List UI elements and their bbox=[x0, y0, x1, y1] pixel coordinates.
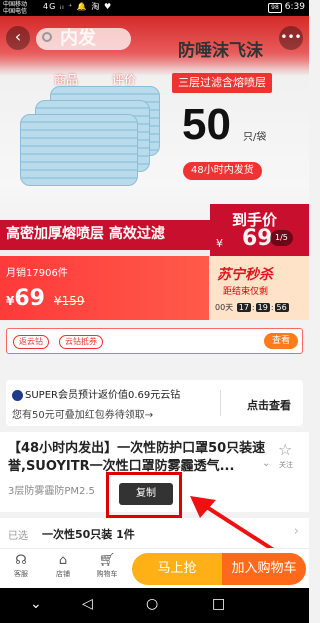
selected-label: 已选 bbox=[8, 531, 28, 542]
flash-sale-subtitle: 距结束仅剩 bbox=[223, 287, 269, 297]
flash-sale-title: 苏宁秒杀 bbox=[217, 267, 273, 283]
service-button[interactable]: ☊ 客服 bbox=[6, 553, 36, 579]
star-icon[interactable]: ☆ bbox=[278, 440, 292, 459]
red-packet-line[interactable]: 您有50元可叠加红包券待领取→ bbox=[12, 406, 153, 421]
shop-label: 店铺 bbox=[56, 570, 70, 578]
carrier-info: 中国移动 中国电信 bbox=[3, 1, 27, 15]
headset-icon: ☊ bbox=[15, 553, 27, 568]
carrier-1: 中国移动 bbox=[3, 1, 28, 8]
click-to-view-link[interactable]: 点击查看 bbox=[247, 397, 291, 413]
view-coupons-button[interactable]: 查看 bbox=[264, 333, 298, 349]
selected-value: 一次性50只装 1件 bbox=[42, 528, 135, 541]
super-member-text: SUPER会员预计返价值0.69元云钻 bbox=[25, 390, 181, 401]
copy-menu-item[interactable]: 复制 bbox=[119, 483, 173, 505]
coupon-row[interactable]: 返云钻 云钻抵券 查看 bbox=[6, 328, 303, 354]
super-member-line1: SUPER会员预计返价值0.69元云钻 bbox=[12, 386, 180, 401]
back-button[interactable]: ‹ bbox=[6, 26, 30, 50]
product-title[interactable]: 【48小时内发出】一次性防护口罩50只装速誉,SUOYITR一次性口罩防雾霾透气… bbox=[8, 440, 268, 476]
cart-button[interactable]: 🛒︎ 购物车 bbox=[92, 553, 122, 579]
add-to-cart-button[interactable]: 加入购物车 bbox=[222, 553, 306, 585]
status-right: 98 6:39 bbox=[268, 3, 305, 13]
filter-layer-badge: 三层过滤含熔喷层 bbox=[172, 73, 272, 93]
shipping-pill: 48小时内发货 bbox=[183, 162, 262, 180]
shop-button[interactable]: ⌂ 店铺 bbox=[48, 553, 78, 579]
countdown-days: 00天 bbox=[215, 303, 234, 312]
system-nav-bar: ⌄ ◁ ○ □ bbox=[0, 588, 309, 623]
pack-count: 50 bbox=[182, 100, 231, 149]
more-button[interactable]: ••• bbox=[279, 26, 303, 50]
battery-icon: 98 bbox=[268, 3, 282, 13]
search-bar[interactable] bbox=[36, 28, 131, 50]
countdown-minutes: 19 bbox=[255, 303, 270, 312]
final-price-currency: ¥ bbox=[216, 237, 223, 250]
back-arrow-icon: ‹ bbox=[14, 27, 22, 46]
chevron-down-icon[interactable]: ⌄ bbox=[262, 458, 270, 469]
follow-label[interactable]: 关注 bbox=[279, 460, 293, 470]
bottom-action-bar: ☊ 客服 ⌂ 店铺 🛒︎ 购物车 马上抢 加入购物车 bbox=[0, 548, 309, 588]
countdown-timer: 00天 17:19:56 bbox=[215, 303, 289, 312]
banner-text: 高密加厚熔喷层 高效过滤 bbox=[6, 226, 165, 242]
flash-price-section: 月销17906件 ¥69 ¥159 bbox=[0, 256, 209, 320]
pack-unit: 只/袋 bbox=[243, 132, 267, 143]
more-dots-icon: ••• bbox=[280, 30, 302, 44]
home-circle-icon[interactable]: ○ bbox=[146, 596, 158, 612]
status-bar: 中国移动 中国电信 4G ᵢₗ ⁺ 🔔 淘 ♥ 98 6:39 bbox=[0, 0, 309, 16]
image-counter: 1/5 bbox=[270, 230, 293, 246]
cart-label: 购物车 bbox=[96, 570, 118, 578]
status-icons: 4G ᵢₗ ⁺ 🔔 淘 ♥ bbox=[43, 2, 113, 11]
collapse-icon[interactable]: ⌄ bbox=[30, 596, 42, 612]
search-icon bbox=[42, 32, 52, 42]
coupon-tag-return: 返云钻 bbox=[13, 335, 49, 349]
current-price: ¥69 bbox=[6, 286, 45, 311]
recents-square-icon[interactable]: □ bbox=[212, 596, 225, 612]
divider bbox=[220, 390, 221, 416]
clock: 6:39 bbox=[284, 2, 305, 12]
service-label: 客服 bbox=[14, 570, 28, 578]
price-value: 69 bbox=[14, 286, 45, 311]
super-member-card[interactable]: SUPER会员预计返价值0.69元云钻 您有50元可叠加红包券待领取→ 点击查看 bbox=[6, 380, 303, 426]
product-hero-image[interactable]: 内发 防唾沫飞沫 ‹ ••• 商品 评价 三层过滤含熔喷层 50 只/袋 48小… bbox=[0, 16, 309, 256]
original-price: ¥159 bbox=[54, 294, 85, 308]
super-member-icon bbox=[12, 389, 23, 401]
countdown-hours: 17 bbox=[236, 303, 251, 312]
coupon-tag-deduct: 云钻抵券 bbox=[59, 335, 103, 349]
countdown-seconds: 56 bbox=[274, 303, 289, 312]
flash-sale-bar: 月销17906件 ¥69 ¥159 苏宁秒杀 距结束仅剩 00天 17:19:5… bbox=[0, 256, 309, 320]
carrier-2: 中国电信 bbox=[3, 8, 28, 15]
product-subtitle: 3层防雾霾防PM2.5 bbox=[8, 486, 95, 497]
hero-brand-text: 防唾沫飞沫 bbox=[178, 41, 263, 61]
back-triangle-icon[interactable]: ◁ bbox=[82, 596, 93, 612]
monthly-sales: 月销17906件 bbox=[6, 268, 68, 279]
cart-icon: 🛒︎ bbox=[98, 553, 116, 568]
mask-image bbox=[20, 86, 160, 186]
buy-now-button[interactable]: 马上抢 bbox=[132, 553, 222, 585]
final-price-value: 69 bbox=[242, 226, 273, 251]
shop-icon: ⌂ bbox=[58, 553, 68, 568]
flash-countdown-section: 苏宁秒杀 距结束仅剩 00天 17:19:56 bbox=[209, 256, 309, 320]
